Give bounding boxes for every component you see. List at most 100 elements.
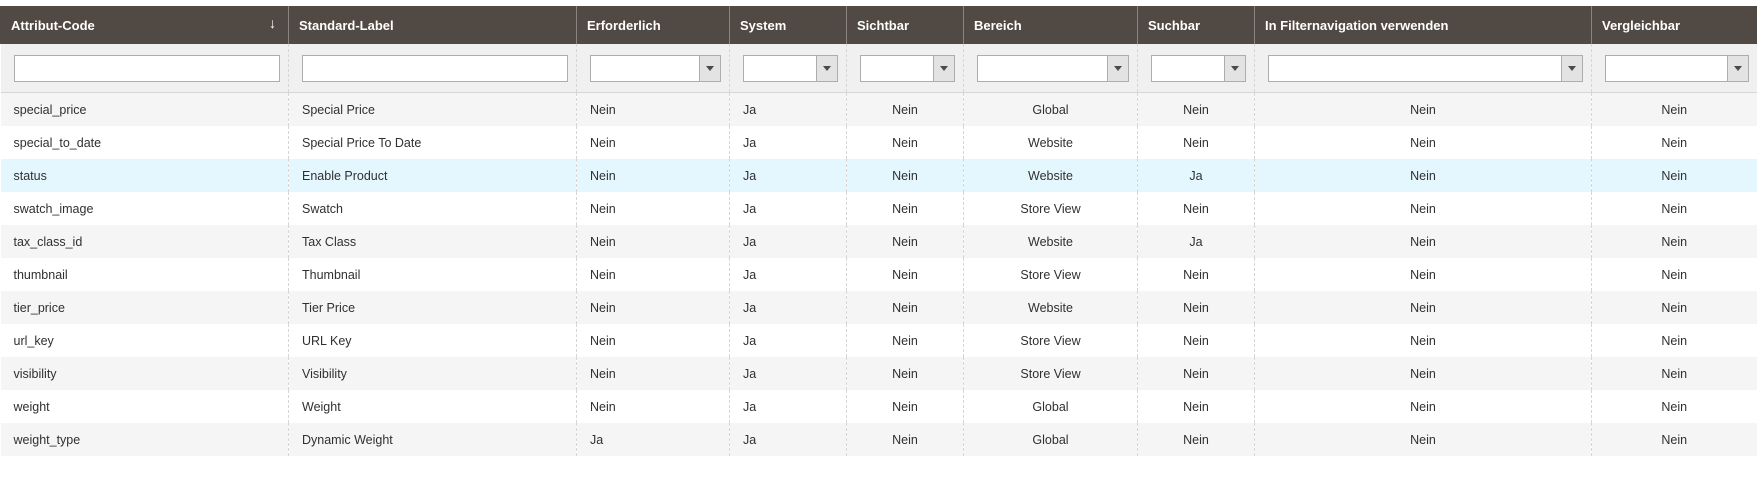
- cell-visible: Nein: [846, 258, 964, 291]
- column-header-required[interactable]: Erforderlich: [576, 6, 730, 44]
- table-row[interactable]: weight Weight Nein Ja Nein Global Nein Nein Nein: [0, 390, 1757, 423]
- header-row: Attribut-Code ↓ Standard-Label Erforderl…: [0, 6, 1757, 44]
- cell-comparable: Nein: [1591, 357, 1757, 390]
- default-label-filter-input[interactable]: [302, 54, 568, 82]
- filter-cell: [1254, 44, 1592, 93]
- column-header-attribute-code[interactable]: Attribut-Code ↓: [0, 6, 289, 44]
- required-filter-select[interactable]: [590, 54, 721, 82]
- cell-attribute-code: swatch_image: [0, 192, 289, 225]
- cell-searchable: Nein: [1137, 192, 1255, 225]
- cell-comparable: Nein: [1591, 92, 1757, 126]
- searchable-filter-select[interactable]: [1151, 54, 1246, 82]
- cell-attribute-code: visibility: [0, 357, 289, 390]
- cell-filterable: Nein: [1254, 159, 1592, 192]
- cell-filterable: Nein: [1254, 225, 1592, 258]
- chevron-down-icon[interactable]: [1107, 55, 1128, 81]
- cell-comparable: Nein: [1591, 159, 1757, 192]
- filter-cell: [576, 44, 730, 93]
- column-header-label: In Filternavigation verwenden: [1265, 17, 1449, 33]
- cell-attribute-code: weight_type: [0, 423, 289, 456]
- cell-default-label: Enable Product: [288, 159, 577, 192]
- chevron-down-icon[interactable]: [1561, 55, 1582, 81]
- cell-comparable: Nein: [1591, 324, 1757, 357]
- cell-system: Ja: [729, 126, 847, 159]
- column-header-label: Attribut-Code: [11, 17, 95, 33]
- filter-cell: [1591, 44, 1757, 93]
- system-filter-select[interactable]: [743, 54, 838, 82]
- cell-searchable: Nein: [1137, 258, 1255, 291]
- sort-down-arrow-icon[interactable]: ↓: [269, 15, 276, 31]
- cell-filterable: Nein: [1254, 324, 1592, 357]
- cell-attribute-code: special_price: [0, 92, 289, 126]
- column-header-searchable[interactable]: Suchbar: [1137, 6, 1255, 44]
- table-row[interactable]: special_price Special Price Nein Ja Nein Glob…: [0, 92, 1757, 126]
- table-row[interactable]: url_key URL Key Nein Ja Nein Store View Nein Ne…: [0, 324, 1757, 357]
- cell-default-label: URL Key: [288, 324, 577, 357]
- column-header-visible[interactable]: Sichtbar: [846, 6, 964, 44]
- column-header-label: Standard-Label: [299, 17, 394, 33]
- cell-searchable: Nein: [1137, 357, 1255, 390]
- cell-system: Ja: [729, 291, 847, 324]
- chevron-down-icon[interactable]: [1224, 55, 1245, 81]
- filter-cell: [1137, 44, 1255, 93]
- table-row[interactable]: tax_class_id Tax Class Nein Ja Nein Website Ja…: [0, 225, 1757, 258]
- cell-visible: Nein: [846, 291, 964, 324]
- table-row[interactable]: weight_type Dynamic Weight Ja Ja Nein Global N…: [0, 423, 1757, 456]
- column-header-filterable[interactable]: In Filternavigation verwenden: [1254, 6, 1592, 44]
- column-header-label: Suchbar: [1148, 17, 1201, 33]
- cell-required: Nein: [576, 192, 730, 225]
- cell-default-label: Tax Class: [288, 225, 577, 258]
- cell-attribute-code: url_key: [0, 324, 289, 357]
- column-header-scope[interactable]: Bereich: [963, 6, 1138, 44]
- chevron-down-icon[interactable]: [1726, 55, 1748, 81]
- cell-searchable: Nein: [1137, 324, 1255, 357]
- cell-required: Nein: [576, 126, 730, 159]
- visible-filter-select[interactable]: [860, 54, 955, 82]
- cell-searchable: Ja: [1137, 159, 1255, 192]
- chevron-down-icon[interactable]: [816, 55, 837, 81]
- cell-system: Ja: [729, 258, 847, 291]
- cell-visible: Nein: [846, 192, 964, 225]
- cell-visible: Nein: [846, 159, 964, 192]
- cell-required: Nein: [576, 357, 730, 390]
- cell-system: Ja: [729, 92, 847, 126]
- table-row[interactable]: thumbnail Thumbnail Nein Ja Nein Store View Ne…: [0, 258, 1757, 291]
- table-row[interactable]: visibility Visibility Nein Ja Nein Store View…: [0, 357, 1757, 390]
- cell-visible: Nein: [846, 92, 964, 126]
- cell-default-label: Thumbnail: [288, 258, 577, 291]
- chevron-down-icon[interactable]: [933, 55, 954, 81]
- attribute-code-filter-input[interactable]: [13, 54, 280, 82]
- filter-cell: [729, 44, 847, 93]
- filterable-filter-select[interactable]: [1268, 54, 1583, 82]
- cell-scope: Store View: [963, 258, 1138, 291]
- chevron-down-icon[interactable]: [699, 55, 720, 81]
- cell-system: Ja: [729, 192, 847, 225]
- table-row[interactable]: tier_price Tier Price Nein Ja Nein Website Nei…: [0, 291, 1757, 324]
- cell-scope: Website: [963, 159, 1138, 192]
- scope-filter-select[interactable]: [977, 54, 1129, 82]
- cell-visible: Nein: [846, 126, 964, 159]
- cell-default-label: Swatch: [288, 192, 577, 225]
- cell-required: Nein: [576, 92, 730, 126]
- cell-scope: Website: [963, 225, 1138, 258]
- table-row[interactable]: swatch_image Swatch Nein Ja Nein Store View Ne…: [0, 192, 1757, 225]
- cell-searchable: Ja: [1137, 225, 1255, 258]
- column-header-system[interactable]: System: [729, 6, 847, 44]
- cell-comparable: Nein: [1591, 291, 1757, 324]
- cell-scope: Website: [963, 126, 1138, 159]
- cell-comparable: Nein: [1591, 258, 1757, 291]
- cell-visible: Nein: [846, 423, 964, 456]
- cell-comparable: Nein: [1591, 423, 1757, 456]
- cell-attribute-code: tier_price: [0, 291, 289, 324]
- column-header-comparable[interactable]: Vergleichbar: [1591, 6, 1757, 44]
- table-row[interactable]: status Enable Product Nein Ja Nein Website Ja N…: [0, 159, 1757, 192]
- filter-cell: [963, 44, 1138, 93]
- cell-scope: Store View: [963, 357, 1138, 390]
- comparable-filter-select[interactable]: [1605, 54, 1749, 82]
- table-row[interactable]: special_to_date Special Price To Date Nein…: [0, 126, 1757, 159]
- filter-cell: [846, 44, 964, 93]
- column-header-default-label[interactable]: Standard-Label: [288, 6, 577, 44]
- column-header-label: Erforderlich: [587, 17, 661, 33]
- cell-comparable: Nein: [1591, 192, 1757, 225]
- cell-default-label: Dynamic Weight: [288, 423, 577, 456]
